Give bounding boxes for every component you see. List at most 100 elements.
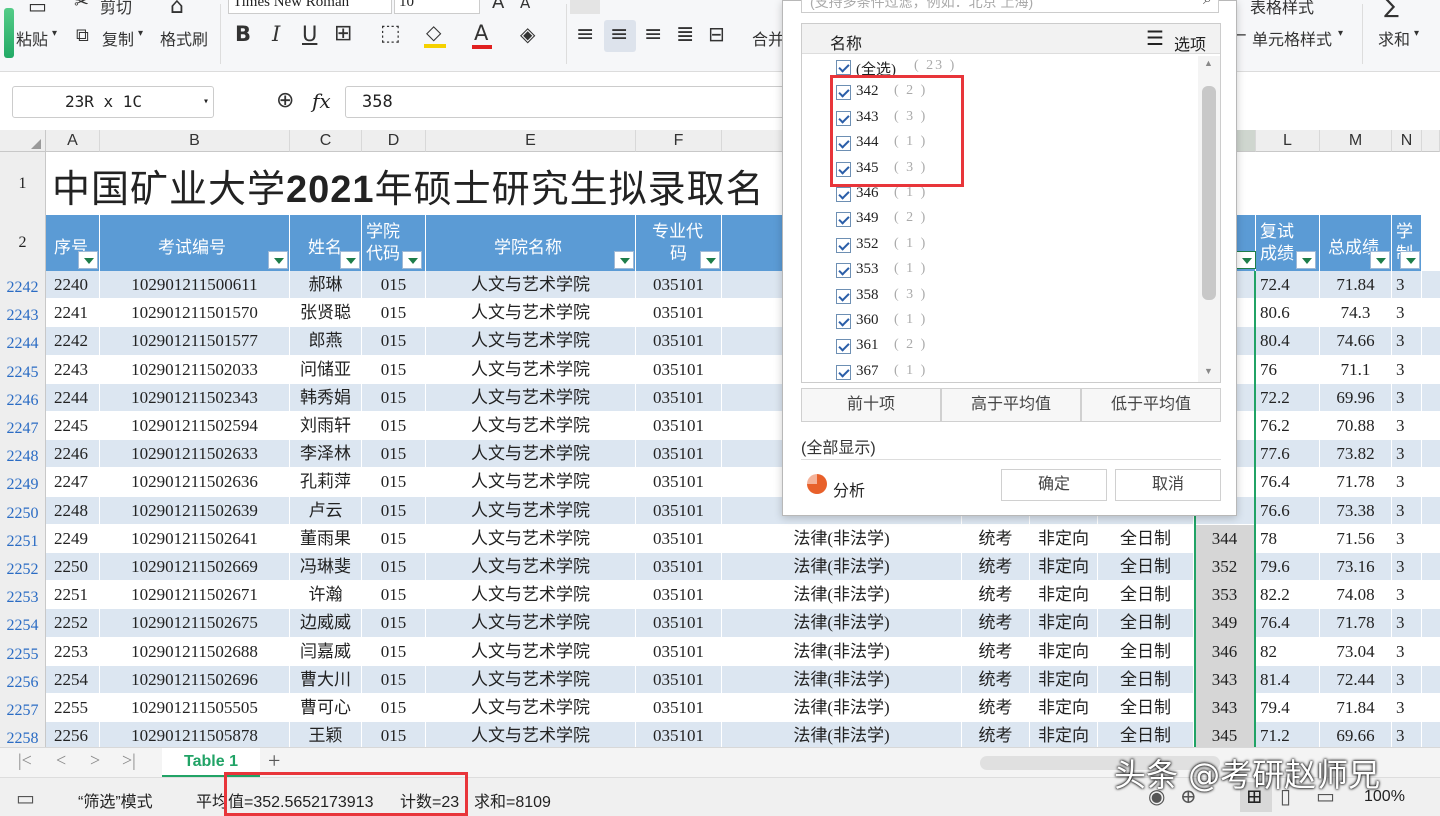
filter-list-item[interactable]: 353 ( 1 ) — [802, 261, 1198, 285]
row-header[interactable]: 2242 — [0, 271, 46, 300]
cell-retest[interactable]: 82.2 — [1256, 581, 1320, 610]
cell-total[interactable]: 73.38 — [1320, 496, 1392, 525]
cell-name[interactable]: 郝琳 — [290, 271, 362, 300]
cell-exam-no[interactable]: 102901211502641 — [100, 524, 290, 553]
scroll-up-icon[interactable]: ▲ — [1204, 58, 1213, 68]
increase-font-icon[interactable]: A — [492, 0, 504, 13]
format-painter-icon[interactable]: ⌂ — [170, 0, 184, 19]
cell-xuezhi[interactable]: 3 — [1392, 327, 1422, 356]
cell-xuezhi[interactable]: 3 — [1392, 496, 1422, 525]
cell-seq[interactable]: 2253 — [46, 637, 100, 666]
formula-input[interactable]: 358 — [345, 86, 795, 118]
cell-retest[interactable]: 80.4 — [1256, 327, 1320, 356]
cell-score[interactable]: 346 — [1194, 637, 1256, 666]
cell-retest[interactable]: 76.4 — [1256, 609, 1320, 638]
filter-dropdown-button[interactable] — [402, 251, 422, 269]
show-all-link[interactable]: (全部显示) — [801, 434, 876, 458]
cell-score[interactable]: 343 — [1194, 694, 1256, 723]
cell-major-code[interactable]: 035101 — [636, 609, 722, 638]
cell-college-name[interactable]: 人文与艺术学院 — [426, 694, 636, 723]
ok-button[interactable]: 确定 — [1001, 469, 1107, 501]
analysis-button[interactable]: 分析 — [833, 477, 865, 501]
cell-seq[interactable]: 2248 — [46, 496, 100, 525]
cell-xuezhi[interactable]: 3 — [1392, 581, 1422, 610]
filter-dropdown-button-active[interactable] — [1236, 251, 1256, 269]
cell-study-mode[interactable]: 全日制 — [1098, 553, 1194, 582]
cell-college-code[interactable]: 015 — [362, 440, 426, 469]
cell-college-code[interactable]: 015 — [362, 694, 426, 723]
next-sheet-icon[interactable]: > — [90, 750, 100, 771]
row-header[interactable]: 2250 — [0, 496, 46, 525]
cell-retest[interactable]: 80.6 — [1256, 299, 1320, 328]
cell-seq[interactable]: 2247 — [46, 468, 100, 497]
cell-seq[interactable]: 2242 — [46, 327, 100, 356]
filter-list-item[interactable]: 367 ( 1 ) — [802, 363, 1198, 387]
cell-name[interactable]: 刘雨轩 — [290, 412, 362, 441]
cell-seq[interactable]: 2254 — [46, 665, 100, 694]
search-icon[interactable]: ⌕ — [1203, 0, 1212, 10]
cell-name[interactable]: 郎燕 — [290, 327, 362, 356]
cell-name[interactable]: 李泽林 — [290, 440, 362, 469]
zoom-search-icon[interactable]: ⊕ — [276, 88, 294, 113]
cell-exam-no[interactable]: 102901211501570 — [100, 299, 290, 328]
cell-college-name[interactable]: 人文与艺术学院 — [426, 440, 636, 469]
row-header[interactable]: 2245 — [0, 355, 46, 384]
justify-icon[interactable]: ≣ — [676, 22, 694, 47]
cell-retest[interactable]: 72.2 — [1256, 383, 1320, 412]
filter-search-input[interactable]: (支持多条件过滤，例如：北京 上海)⌕ — [801, 0, 1219, 13]
col-header-a[interactable]: A — [46, 130, 100, 152]
cell-seq[interactable]: 2255 — [46, 694, 100, 723]
cell-college-name[interactable]: 人文与艺术学院 — [426, 412, 636, 441]
cell-name[interactable]: 曹可心 — [290, 694, 362, 723]
row-header[interactable]: 2249 — [0, 468, 46, 497]
cell-direction[interactable]: 非定向 — [1030, 581, 1098, 610]
cell-direction[interactable]: 非定向 — [1030, 524, 1098, 553]
cell-xuezhi[interactable]: 3 — [1392, 412, 1422, 441]
chevron-down-icon[interactable]: ▾ — [1414, 28, 1419, 39]
cell-name[interactable]: 董雨果 — [290, 524, 362, 553]
checkbox-checked[interactable] — [836, 288, 851, 304]
distribute-icon[interactable]: ⊟ — [708, 22, 725, 46]
row-header[interactable]: 2254 — [0, 609, 46, 638]
cell-study-mode[interactable]: 全日制 — [1098, 665, 1194, 694]
cell-major-name[interactable]: 法律(非法学) — [722, 665, 962, 694]
cell-xuezhi[interactable]: 3 — [1392, 355, 1422, 384]
copy-icon[interactable]: ⧉ — [76, 25, 89, 46]
cell-college-code[interactable]: 015 — [362, 327, 426, 356]
cell-total[interactable]: 73.16 — [1320, 553, 1392, 582]
filter-list-item[interactable]: 358 ( 3 ) — [802, 287, 1198, 311]
cell-total[interactable]: 71.78 — [1320, 609, 1392, 638]
prev-sheet-icon[interactable]: < — [56, 750, 66, 771]
scroll-down-icon[interactable]: ▼ — [1204, 366, 1213, 376]
filter-dropdown-button[interactable] — [614, 251, 634, 269]
cell-total[interactable]: 69.96 — [1320, 383, 1392, 412]
cell-exam-no[interactable]: 102901211502675 — [100, 609, 290, 638]
cell-total[interactable]: 74.08 — [1320, 581, 1392, 610]
row-header[interactable]: 2243 — [0, 299, 46, 328]
paste-button[interactable]: 粘贴 — [16, 26, 48, 50]
cell-college-name[interactable]: 人文与艺术学院 — [426, 468, 636, 497]
cell-seq[interactable]: 2240 — [46, 271, 100, 300]
menu-icon[interactable]: ☰ — [1146, 26, 1164, 51]
cell-exam-type[interactable]: 统考 — [962, 581, 1030, 610]
cell-exam-type[interactable]: 统考 — [962, 553, 1030, 582]
row-header[interactable]: 2247 — [0, 412, 46, 441]
cell-college-code[interactable]: 015 — [362, 496, 426, 525]
cell-exam-no[interactable]: 102901211502636 — [100, 468, 290, 497]
cell-total[interactable]: 71.84 — [1320, 694, 1392, 723]
cell-college-code[interactable]: 015 — [362, 299, 426, 328]
checkbox-checked[interactable] — [836, 212, 851, 228]
cell-major-code[interactable]: 035101 — [636, 468, 722, 497]
cancel-button[interactable]: 取消 — [1115, 469, 1221, 501]
row-header[interactable]: 2248 — [0, 440, 46, 469]
cell-exam-no[interactable]: 102901211502639 — [100, 496, 290, 525]
row-header[interactable]: 2246 — [0, 383, 46, 412]
cell-retest[interactable]: 76.2 — [1256, 412, 1320, 441]
cell-exam-no[interactable]: 102901211502696 — [100, 665, 290, 694]
cell-college-code[interactable]: 015 — [362, 355, 426, 384]
filter-list-item[interactable]: 361 ( 2 ) — [802, 337, 1198, 361]
align-right-icon[interactable]: ≡ — [644, 22, 662, 47]
cell-college-code[interactable]: 015 — [362, 637, 426, 666]
sum-sigma-icon[interactable]: ∑ — [1384, 0, 1399, 19]
paste-clipboard-icon[interactable]: ▭ — [28, 0, 47, 18]
